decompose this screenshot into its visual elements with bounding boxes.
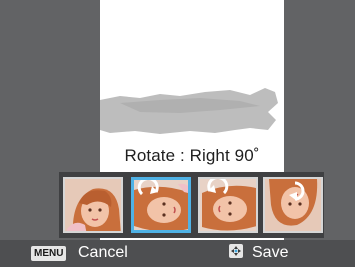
dpad-icon[interactable] <box>229 244 243 258</box>
rotate-caption: Rotate : Right 90˚ <box>100 141 284 171</box>
photo-editor-screen: Rotate : Right 90˚ MENU Cancel Save <box>0 0 355 267</box>
thumbnail-rotate-180[interactable] <box>263 177 323 233</box>
thumbnail-rotate-right[interactable] <box>131 177 191 233</box>
cancel-button[interactable]: Cancel <box>78 243 128 263</box>
save-button[interactable]: Save <box>252 243 288 263</box>
thumbnail-original[interactable] <box>63 177 123 233</box>
menu-key-icon[interactable]: MENU <box>31 246 67 261</box>
thumbnail-rotate-left[interactable] <box>198 177 258 233</box>
